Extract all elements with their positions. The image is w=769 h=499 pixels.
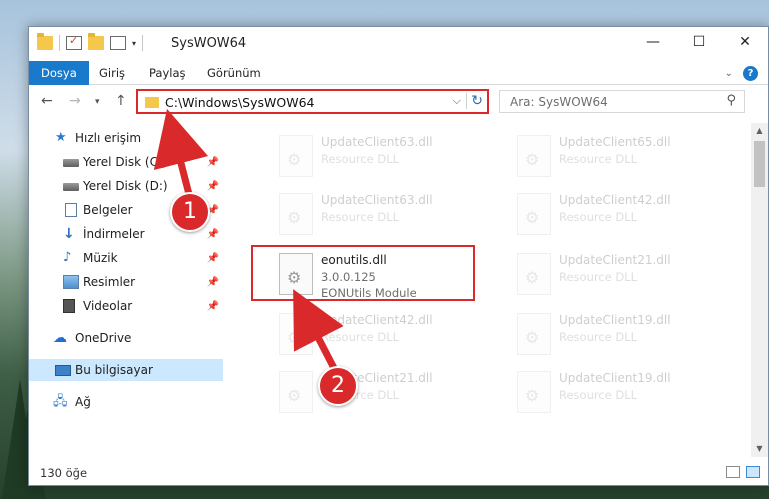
arrow-2 xyxy=(293,289,344,374)
callout-step-1: 1 xyxy=(170,192,210,232)
annotation-arrows xyxy=(153,108,344,375)
callout-step-2: 2 xyxy=(318,366,358,406)
